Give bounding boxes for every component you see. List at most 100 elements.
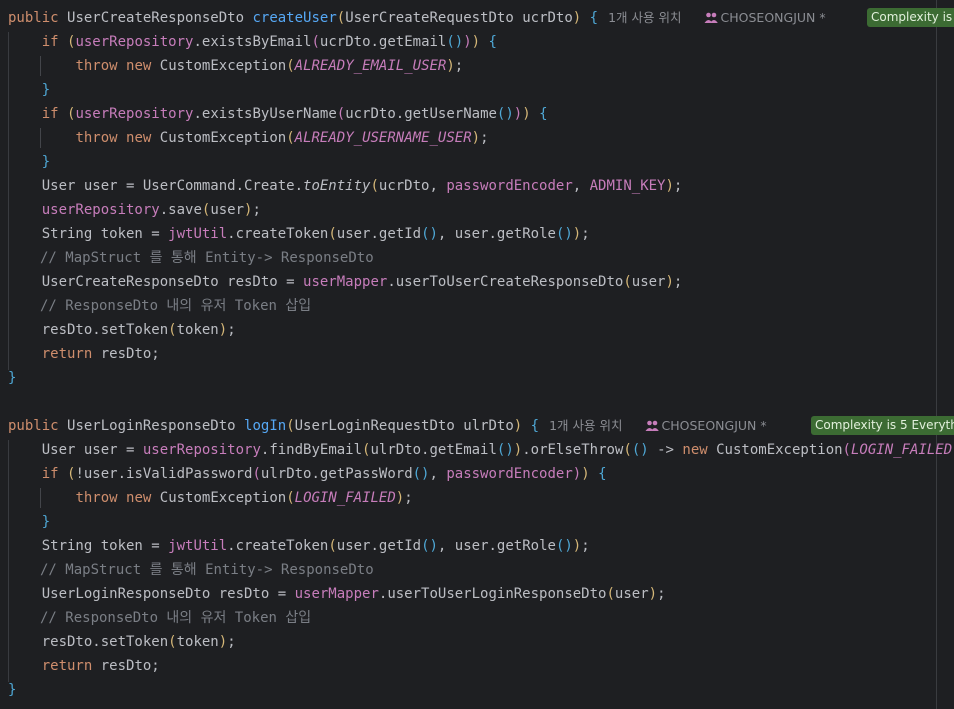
method-call: .existsByEmail xyxy=(193,34,312,50)
keyword: return xyxy=(41,346,93,362)
code-text: token xyxy=(176,634,219,650)
code-line[interactable]: if (userRepository.existsByEmail(ucrDto.… xyxy=(8,30,497,54)
keyword: throw xyxy=(75,490,118,506)
code-line-method1-signature[interactable]: public UserCreateResponseDto createUser(… xyxy=(8,6,826,30)
code-line[interactable]: } xyxy=(8,366,16,390)
method-call: ucrDto.getUserName xyxy=(345,106,497,122)
keyword: public xyxy=(8,418,59,434)
method-call: .createToken xyxy=(227,538,329,554)
keyword: if xyxy=(41,466,59,482)
complexity-badge[interactable]: Complexity is 5 Everyth xyxy=(811,416,954,435)
keyword: new xyxy=(126,58,152,74)
code-line[interactable]: if (userRepository.existsByUserName(ucrD… xyxy=(8,102,548,126)
code-text: resDto; xyxy=(92,346,160,362)
code-text: user xyxy=(210,202,245,218)
method-call: .userToUserCreateResponseDto xyxy=(387,274,624,290)
field-ref: userMapper xyxy=(294,586,379,602)
right-margin-line xyxy=(936,0,937,709)
method-call: !user.isValidPassword xyxy=(75,466,253,482)
code-text: -> xyxy=(648,442,683,458)
usage-hint[interactable]: 1개 사용 위치 xyxy=(608,10,681,25)
code-text: User user = xyxy=(41,442,143,458)
code-line[interactable]: } xyxy=(8,678,16,702)
field-ref: jwtUtil xyxy=(168,226,228,242)
code-line[interactable]: userRepository.save(user); xyxy=(8,198,261,222)
code-text: user xyxy=(631,274,666,290)
keyword: if xyxy=(41,34,59,50)
code-line[interactable]: User user = userRepository.findByEmail(u… xyxy=(8,438,954,462)
code-text: , xyxy=(572,178,590,194)
field-ref: jwtUtil xyxy=(168,538,228,554)
keyword: new xyxy=(126,130,152,146)
code-line[interactable]: UserLoginResponseDto resDto = userMapper… xyxy=(8,582,666,606)
keyword: if xyxy=(41,106,59,122)
keyword: public xyxy=(8,10,59,26)
code-comment[interactable]: // ResponseDto 내의 유저 Token 삽입 xyxy=(40,606,311,630)
complexity-badge[interactable]: Complexity is xyxy=(867,8,954,27)
code-line[interactable]: resDto.setToken(token); xyxy=(8,630,236,654)
class-name: CustomException xyxy=(159,130,287,146)
code-comment[interactable]: // MapStruct 를 통해 Entity-> ResponseDto xyxy=(40,558,374,582)
constant: ADMIN_KEY xyxy=(589,178,666,194)
code-text: User user = UserCommand.Create. xyxy=(41,178,304,194)
param-type: UserCreateRequestDto xyxy=(345,10,514,26)
code-line[interactable]: } xyxy=(8,510,50,534)
code-text: UserLoginResponseDto resDto = xyxy=(41,586,295,602)
code-line[interactable]: UserCreateResponseDto resDto = userMappe… xyxy=(8,270,683,294)
method-call: .createToken xyxy=(227,226,329,242)
code-line[interactable]: User user = UserCommand.Create.toEntity(… xyxy=(8,174,683,198)
class-name: CustomException xyxy=(159,58,287,74)
return-type: UserCreateResponseDto xyxy=(67,10,245,26)
code-text: String token = xyxy=(41,538,169,554)
method-call: user.getId xyxy=(336,226,422,242)
field-ref: passwordEncoder xyxy=(446,178,573,194)
usage-hint[interactable]: 1개 사용 위치 xyxy=(549,418,622,433)
code-comment[interactable]: // ResponseDto 내의 유저 Token 삽입 xyxy=(40,294,311,318)
code-line[interactable]: String token = jwtUtil.createToken(user.… xyxy=(8,534,590,558)
author-hint[interactable]: CHOSEONGJUN * xyxy=(721,10,826,25)
field-ref: userRepository xyxy=(142,442,261,458)
keyword: return xyxy=(41,658,93,674)
class-name: CustomException xyxy=(159,490,287,506)
code-editor[interactable]: public UserCreateResponseDto createUser(… xyxy=(0,0,954,709)
method-call: .userToUserLoginResponseDto xyxy=(378,586,607,602)
code-line-method2-signature[interactable]: public UserLoginResponseDto logIn(UserLo… xyxy=(8,414,767,438)
method-call: , user.getRole xyxy=(437,226,556,242)
code-line[interactable]: String token = jwtUtil.createToken(user.… xyxy=(8,222,590,246)
code-line[interactable]: } xyxy=(8,150,50,174)
field-ref: userMapper xyxy=(303,274,388,290)
method-call: .save xyxy=(159,202,202,218)
constant: ALREADY_USERNAME_USER xyxy=(294,130,472,146)
code-line[interactable]: resDto.setToken(token); xyxy=(8,318,236,342)
code-line[interactable]: throw new CustomException(LOGIN_FAILED); xyxy=(8,486,412,510)
code-text: token xyxy=(176,322,219,338)
constant: LOGIN_FAILED xyxy=(850,442,953,458)
method-call: ulrDto.getPassWord xyxy=(260,466,413,482)
code-text: ucrDto, xyxy=(378,178,447,194)
author-hint[interactable]: CHOSEONGJUN * xyxy=(662,418,767,433)
return-type: UserLoginResponseDto xyxy=(67,418,236,434)
method-name[interactable]: createUser xyxy=(252,10,336,26)
field-ref: userRepository xyxy=(41,202,160,218)
code-comment[interactable]: // MapStruct 를 통해 Entity-> ResponseDto xyxy=(40,246,374,270)
code-line[interactable]: throw new CustomException(ALREADY_USERNA… xyxy=(8,126,488,150)
keyword: throw xyxy=(75,130,118,146)
code-text: UserCreateResponseDto resDto = xyxy=(41,274,304,290)
field-ref: userRepository xyxy=(75,106,194,122)
code-line[interactable]: if (!user.isValidPassword(ulrDto.getPass… xyxy=(8,462,607,486)
method-call: ulrDto.getEmail xyxy=(370,442,497,458)
constant: ALREADY_EMAIL_USER xyxy=(294,58,447,74)
code-line[interactable]: } xyxy=(8,78,50,102)
method-name[interactable]: logIn xyxy=(244,418,286,434)
code-line[interactable]: return resDto; xyxy=(8,654,160,678)
users-icon xyxy=(704,8,718,32)
code-line[interactable]: return resDto; xyxy=(8,342,160,366)
method-call: , user.getRole xyxy=(437,538,556,554)
code-line[interactable]: throw new CustomException(ALREADY_EMAIL_… xyxy=(8,54,463,78)
users-icon xyxy=(645,416,659,440)
code-text: , xyxy=(429,466,447,482)
keyword: throw xyxy=(75,58,118,74)
constant: LOGIN_FAILED xyxy=(294,490,396,506)
static-call: toEntity xyxy=(303,178,371,194)
param-name: ucrDto xyxy=(522,10,573,26)
